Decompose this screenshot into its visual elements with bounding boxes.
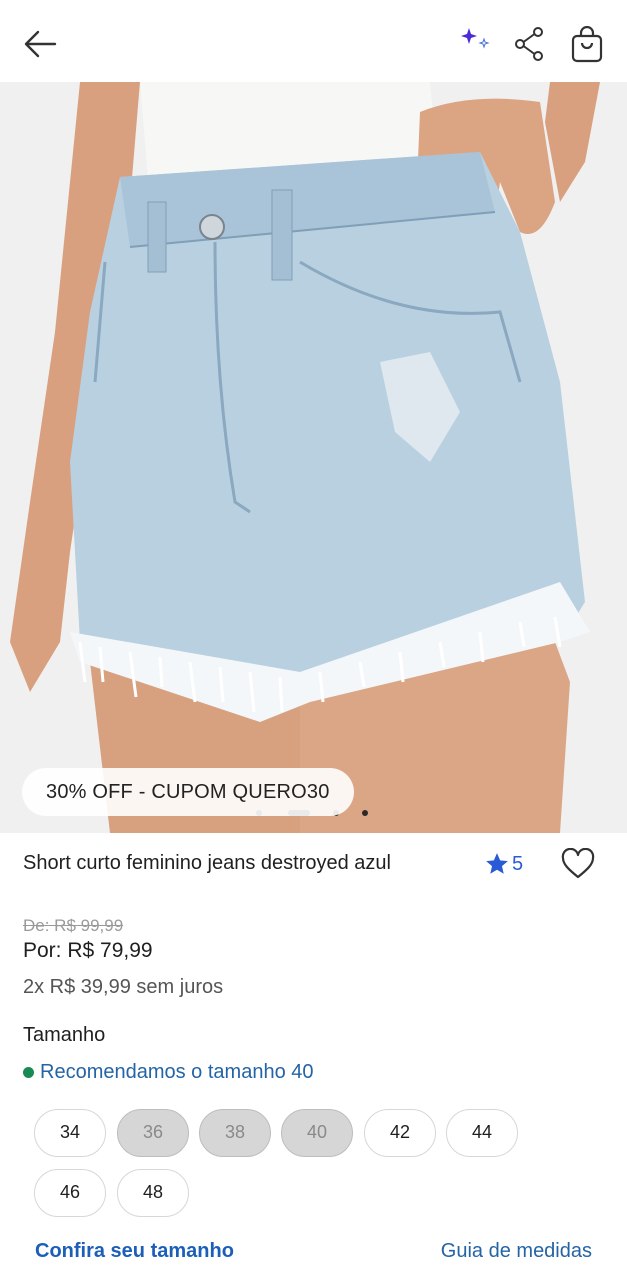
heart-icon[interactable]	[560, 848, 596, 880]
size-option-40[interactable]: 40	[281, 1109, 353, 1157]
shopping-bag-icon[interactable]	[570, 26, 604, 64]
original-price: De: R$ 99,99	[23, 916, 124, 935]
status-dot-icon	[23, 1067, 34, 1078]
product-rating[interactable]: 5	[484, 851, 523, 877]
size-recommendation-text: Recomendamos o tamanho 40	[40, 1061, 314, 1083]
product-title: Short curto feminino jeans destroyed azu…	[23, 852, 391, 874]
size-option-36[interactable]: 36	[117, 1109, 189, 1157]
size-guide-link[interactable]: Guia de medidas	[441, 1240, 592, 1263]
size-option-46[interactable]: 46	[34, 1169, 106, 1217]
sparkle-icon	[461, 28, 490, 49]
installment-price: 2x R$ 39,99 sem juros	[23, 976, 224, 998]
size-option-34[interactable]: 34	[34, 1109, 106, 1157]
product-image-gallery[interactable]	[0, 82, 627, 833]
rating-value: 5	[512, 852, 524, 875]
share-icon[interactable]	[514, 26, 546, 62]
check-size-link[interactable]: Confira seu tamanho	[35, 1240, 234, 1263]
coupon-badge[interactable]: 30% OFF - CUPOM QUERO30	[22, 768, 354, 816]
star-icon	[486, 853, 508, 874]
denim-shorts-photo	[0, 82, 627, 833]
size-recommendation: Recomendamos o tamanho 40	[23, 1061, 314, 1084]
carousel-dot[interactable]	[362, 810, 368, 816]
arrow-left-icon[interactable]	[22, 28, 58, 60]
sale-price: Por: R$ 79,99	[23, 939, 153, 962]
size-option-48[interactable]: 48	[117, 1169, 189, 1217]
top-bar	[0, 0, 627, 82]
size-option-44[interactable]: 44	[446, 1109, 518, 1157]
size-option-38[interactable]: 38	[199, 1109, 271, 1157]
size-option-42[interactable]: 42	[364, 1109, 436, 1157]
size-heading: Tamanho	[23, 1024, 106, 1046]
